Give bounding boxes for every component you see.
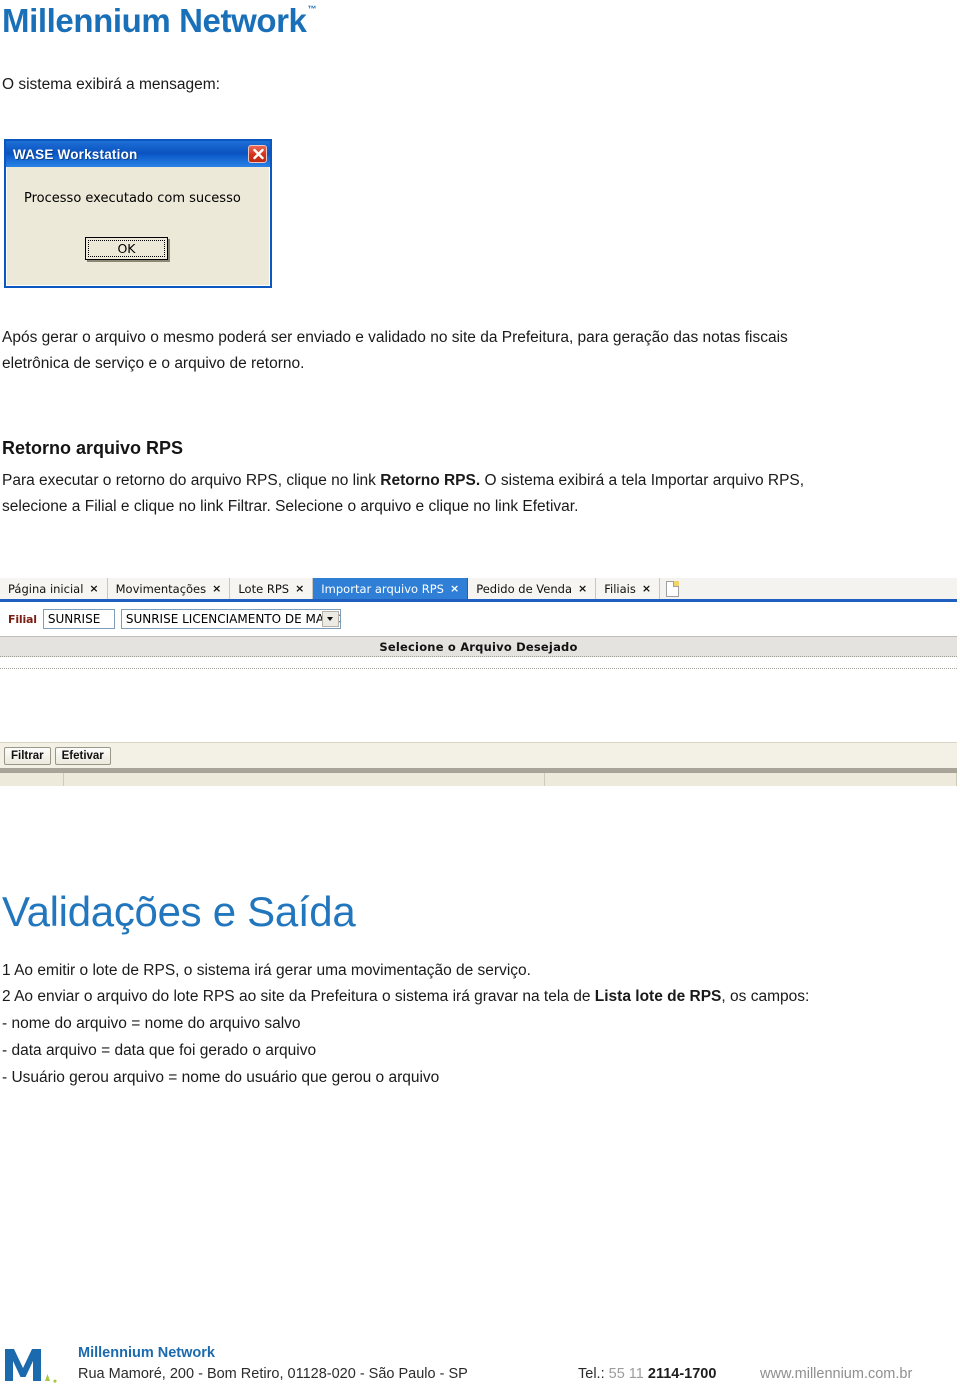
grid-empty-row[interactable] [0,657,957,669]
heading-validacoes-e-saida: Validações e Saída [2,888,356,935]
tab-pedido-de-venda[interactable]: Pedido de Venda × [468,578,597,599]
statusbar-segment-2 [64,773,545,786]
chevron-down-icon[interactable] [321,611,339,627]
wase-dialog-screenshot: WASE Workstation Processo executado com … [4,139,272,288]
tab-label: Filiais [604,581,636,596]
tab-close-icon[interactable]: × [642,583,651,594]
paragraph-retorno-line-1: Para executar o retorno do arquivo RPS, … [2,468,958,494]
validacao-bullet-1: - nome do arquivo = nome do arquivo salv… [2,1015,301,1032]
retorno-link-retorno-rps: Retorno RPS. [380,472,481,489]
importar-arquivo-rps-screenshot: Página inicial × Movimentações × Lote RP… [0,578,957,790]
tab-close-icon[interactable]: × [450,583,459,594]
page-footer: Millennium Network Rua Mamoré, 200 - Bom… [0,1340,960,1387]
millennium-m-logo [5,1349,57,1383]
tabstrip-filler [685,578,957,599]
footer-website[interactable]: www.millennium.com.br [760,1366,912,1382]
dialog-body: Processo executado com sucesso OK [6,167,270,286]
filial-name-combobox[interactable]: SUNRISE LICENCIAMENTO DE MARCAS LTDA [120,609,341,629]
page-title-text: Millennium Network [2,2,307,39]
app-button-bar: Filtrar Efetivar [0,742,957,768]
paragraph-line-2: eletrônica de serviço e o arquivo de ret… [2,355,305,372]
heading-retorno-arquivo-rps: Retorno arquivo RPS [2,438,184,458]
footer-company-name: Millennium Network [78,1345,215,1361]
footer-telephone: Tel.: 55 11 2114-1700 [578,1366,716,1382]
filtrar-button[interactable]: Filtrar [4,746,51,765]
filial-filter-bar: Filial SUNRISE SUNRISE LICENCIAMENTO DE … [0,602,957,636]
tab-label: Lote RPS [238,581,290,596]
statusbar-segment-3 [545,773,957,786]
dialog-message: Processo executado com sucesso [24,191,241,206]
tab-filiais[interactable]: Filiais × [596,578,661,599]
validacao-item-1: 1 Ao emitir o lote de RPS, o sistema irá… [2,962,531,979]
efetivar-button[interactable]: Efetivar [54,746,111,765]
page-title: Millennium Network™ [2,2,317,40]
tab-close-icon[interactable]: × [89,583,98,594]
tab-label: Movimentações [115,581,207,596]
footer-address: Rua Mamoré, 200 - Bom Retiro, 01128-020 … [78,1366,468,1382]
validacao-bullet-2: - data arquivo = data que foi gerado o a… [2,1042,317,1059]
tab-importar-arquivo-rps[interactable]: Importar arquivo RPS × [313,578,469,599]
validacao-item-2-c: , os campos: [721,988,810,1005]
tab-lote-rps[interactable]: Lote RPS × [230,578,314,599]
intro-paragraph: O sistema exibirá a mensagem: [2,76,220,93]
paragraph-line-1: Após gerar o arquivo o mesmo poderá ser … [2,329,788,346]
footer-tel-number: 2114-1700 [647,1366,717,1382]
tab-pagina-inicial[interactable]: Página inicial × [0,578,108,599]
retorno-text-a: Para executar o retorno do arquivo RPS, … [2,472,381,489]
retorno-text-c: O sistema exibirá a tela Importar arquiv… [480,472,805,489]
trademark-mark: ™ [307,4,317,14]
filial-name-value: SUNRISE LICENCIAMENTO DE MARCAS LTDA [125,611,340,626]
tab-label: Importar arquivo RPS [321,581,444,596]
filial-label: Filial [8,612,37,626]
dialog-title: WASE Workstation [13,146,138,162]
validacao-item-2-a: 2 Ao enviar o arquivo do lote RPS ao sit… [2,988,595,1005]
grid-empty-area [0,669,957,742]
new-document-icon[interactable] [660,578,685,599]
close-icon[interactable] [248,145,267,163]
tab-close-icon[interactable]: × [212,583,221,594]
ok-button-label: OK [88,240,165,257]
ok-button[interactable]: OK [85,237,168,260]
footer-tel-prefix: Tel.: [578,1366,609,1382]
grid-header-selecione-arquivo: Selecione o Arquivo Desejado [0,636,957,657]
app-statusbar [0,773,957,786]
tab-close-icon[interactable]: × [578,583,587,594]
paragraph-retorno: Para executar o retorno do arquivo RPS, … [2,468,958,520]
validacao-item-2: 2 Ao enviar o arquivo do lote RPS ao sit… [2,988,809,1006]
dialog-titlebar: WASE Workstation [6,141,270,167]
tab-label: Página inicial [8,581,84,596]
tab-close-icon[interactable]: × [295,583,304,594]
footer-tel-code: 55 11 [608,1366,648,1382]
tab-label: Pedido de Venda [476,581,572,596]
filial-code-input[interactable]: SUNRISE [42,609,115,629]
tab-movimentacoes[interactable]: Movimentações × [107,578,231,599]
statusbar-segment-1 [0,773,64,786]
paragraph-envio-validacao: Após gerar o arquivo o mesmo poderá ser … [2,325,958,377]
paragraph-retorno-line-2: selecione a Filial e clique no link Filt… [2,498,579,515]
validacao-item-2-bold: Lista lote de RPS [594,988,722,1005]
validacao-bullet-3: - Usuário gerou arquivo = nome do usuári… [2,1069,440,1086]
app-tabstrip: Página inicial × Movimentações × Lote RP… [0,578,957,602]
